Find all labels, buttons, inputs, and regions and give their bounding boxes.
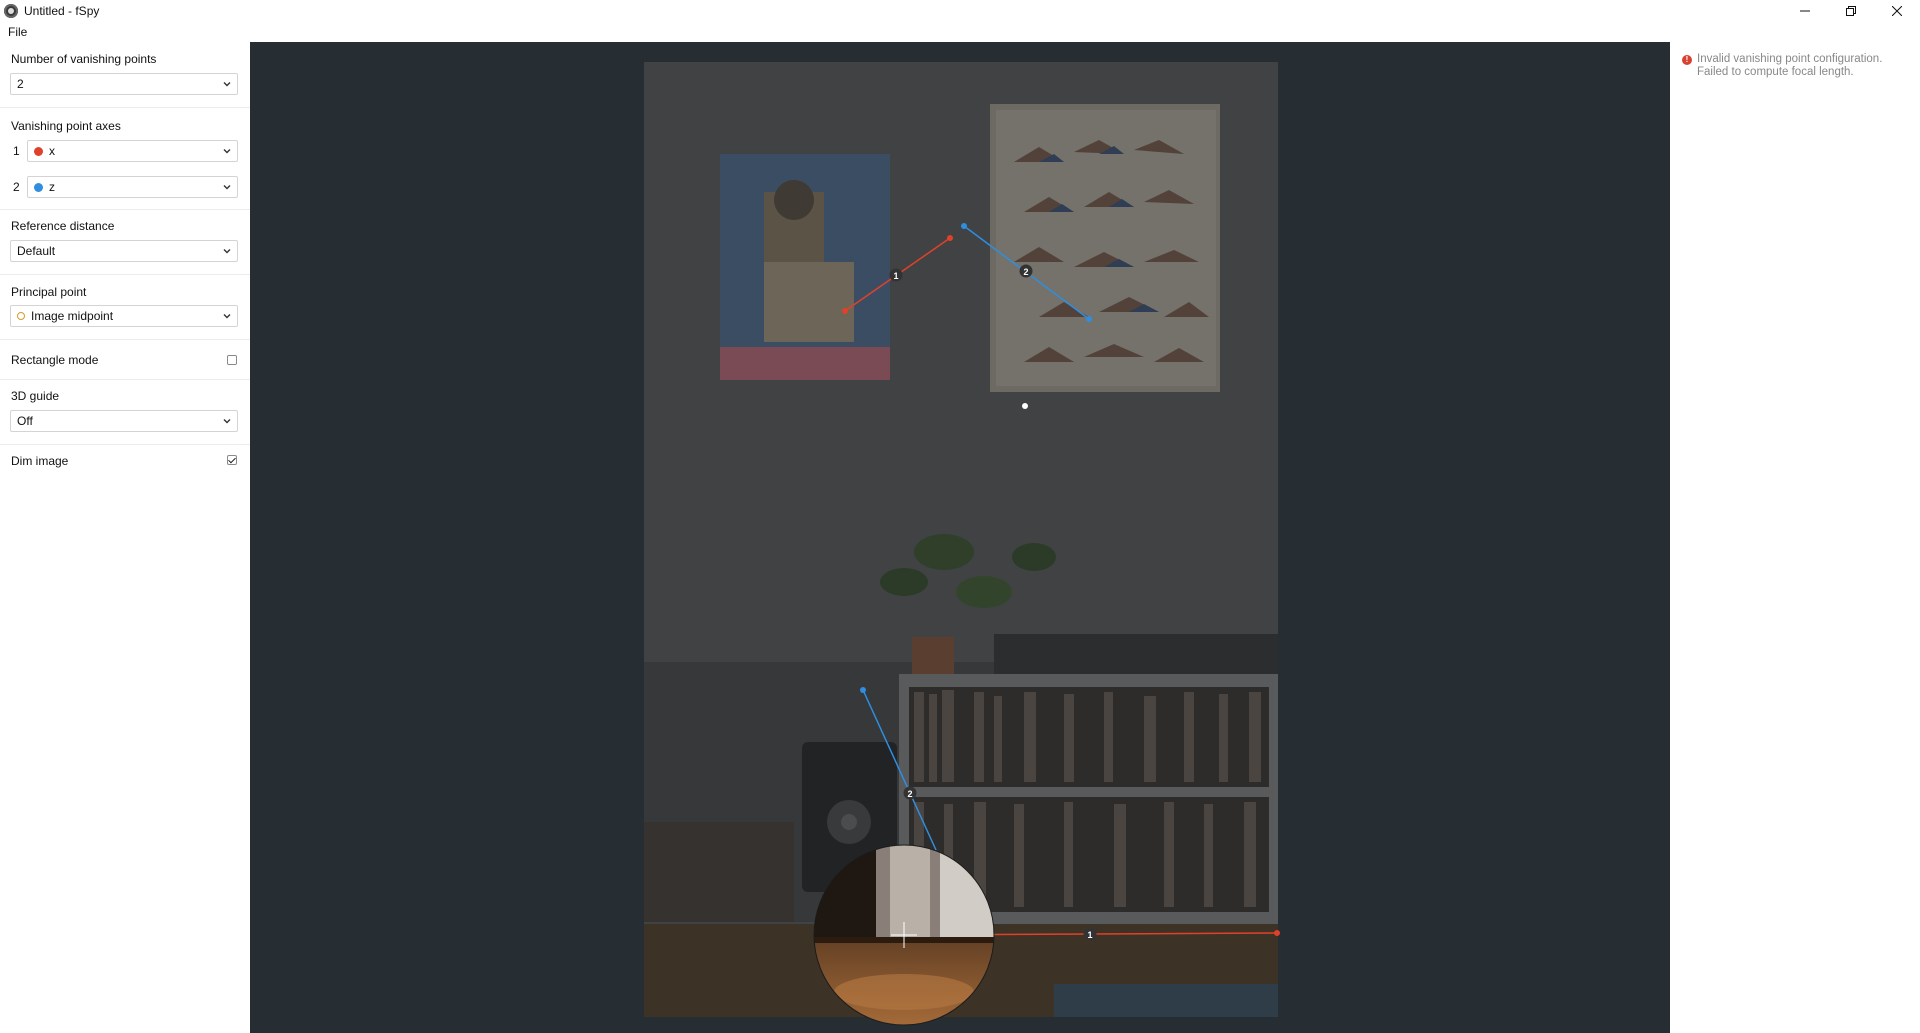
axis-1-select[interactable]: x (27, 140, 238, 162)
chevron-down-icon (223, 419, 231, 424)
vanishing-point-overlay: 1 2 2 1 (813, 223, 1280, 1026)
axis-2-value: z (49, 180, 55, 194)
axis-1-number: 1 (13, 144, 20, 158)
close-button[interactable] (1874, 0, 1920, 22)
divider (0, 379, 250, 380)
guide-3d-label: 3D guide (11, 389, 60, 403)
reference-distance-label: Reference distance (11, 219, 115, 233)
divider (0, 107, 250, 108)
divider (0, 209, 250, 210)
red-axis-dot-icon (34, 146, 43, 156)
vp2-line-a-start-handle[interactable] (961, 223, 967, 229)
vp2-line-a-label: 2 (1023, 267, 1028, 277)
error-icon: ! (1682, 55, 1692, 65)
vp1-line-a-label: 1 (893, 271, 898, 281)
vp1-line-b-label: 1 (1087, 930, 1092, 940)
principal-point-select[interactable]: Image midpoint (10, 305, 238, 327)
dim-image-label: Dim image (11, 454, 69, 468)
rectangle-mode-label: Rectangle mode (11, 353, 99, 367)
settings-panel: Number of vanishing points 2 Vanishing p… (0, 42, 251, 1033)
dim-image-checkbox[interactable] (227, 455, 237, 465)
minimize-button[interactable] (1782, 0, 1828, 22)
principal-point-label: Principal point (11, 285, 87, 299)
restore-button[interactable] (1828, 0, 1874, 22)
image-canvas[interactable]: 1 2 2 1 (250, 42, 1670, 1033)
axis-1-value: x (49, 144, 55, 158)
vp-axes-label: Vanishing point axes (11, 119, 121, 133)
vp2-line-b (862, 689, 937, 851)
window-controls (1782, 0, 1920, 22)
vp2-line-b-label: 2 (907, 789, 912, 799)
num-vp-select[interactable]: 2 (10, 73, 238, 95)
results-panel: ! Invalid vanishing point configuration.… (1670, 42, 1920, 1033)
reference-distance-value: Default (17, 244, 56, 258)
window-title: Untitled - fSpy (24, 4, 100, 18)
vp1-line-a-start-handle[interactable] (842, 308, 848, 314)
vp1-line-a-end-handle[interactable] (947, 235, 953, 241)
rectangle-mode-checkbox[interactable] (227, 355, 237, 365)
blue-axis-dot-icon (34, 182, 43, 192)
reference-distance-select[interactable]: Default (10, 240, 238, 262)
vp1-line-b-end-handle[interactable] (1274, 930, 1280, 936)
minimize-icon (1800, 10, 1810, 12)
restore-icon (1846, 6, 1856, 16)
title-bar: Untitled - fSpy (0, 0, 1920, 22)
chevron-down-icon (223, 185, 231, 190)
axis-2-select[interactable]: z (27, 176, 238, 198)
guide-3d-select[interactable]: Off (10, 410, 238, 432)
vp2-line-a-end-handle[interactable] (1086, 316, 1092, 322)
divider (0, 339, 250, 340)
num-vp-label: Number of vanishing points (11, 52, 157, 66)
chevron-down-icon (223, 249, 231, 254)
chevron-down-icon (223, 314, 231, 319)
menu-file[interactable]: File (8, 25, 27, 39)
principal-point-handle[interactable] (1022, 403, 1028, 409)
menu-bar: File (0, 22, 1920, 42)
principal-point-value: Image midpoint (31, 309, 114, 323)
chevron-down-icon (223, 82, 231, 87)
vp2-line-b-start-handle[interactable] (860, 687, 866, 693)
app-logo-icon (4, 4, 18, 18)
chevron-down-icon (223, 149, 231, 154)
error-message: Invalid vanishing point configuration. F… (1697, 53, 1883, 78)
guide-3d-value: Off (17, 414, 33, 428)
axis-2-number: 2 (13, 180, 20, 194)
divider (0, 444, 250, 445)
principal-point-ring-icon (17, 312, 25, 320)
close-icon (1892, 6, 1902, 16)
num-vp-value: 2 (17, 77, 24, 91)
divider (0, 274, 250, 275)
